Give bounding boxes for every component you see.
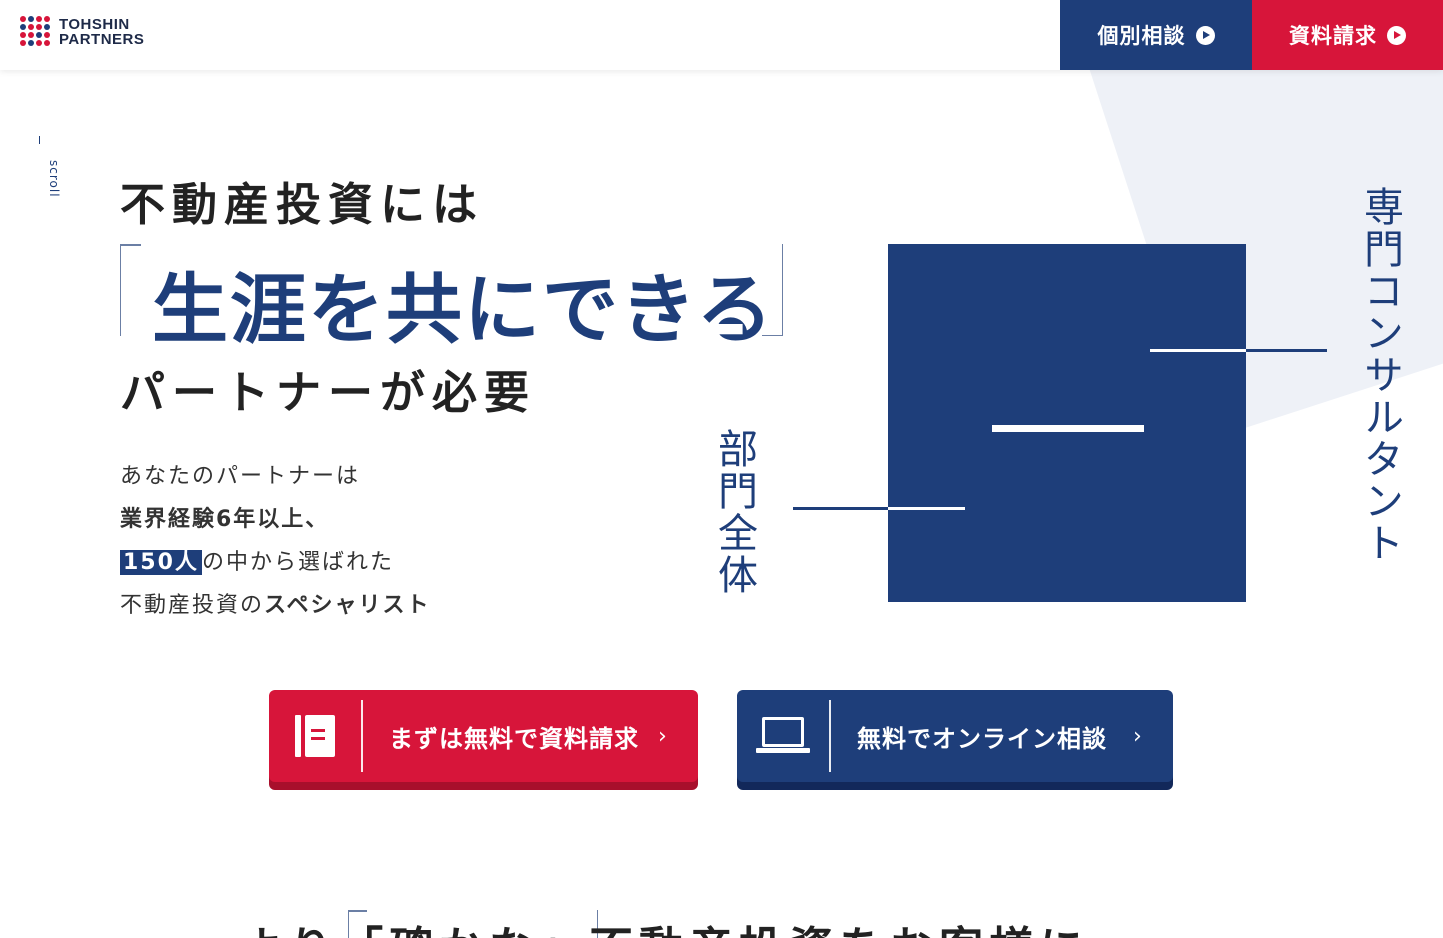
next-section-heading: より「確かな」不動産投資をお客様に [240,912,1089,938]
cta-divider [361,700,363,772]
free-docs-request-button[interactable]: まずは無料で資料請求 › [269,690,698,782]
chevron-right-icon: › [1133,723,1143,749]
cta-icon-area [737,690,829,782]
numerator-label: 専門コンサルタント [1357,186,1403,564]
consultation-button[interactable]: 個別相談 [1060,0,1252,70]
play-circle-icon [1195,25,1215,45]
desc-line4: 不動産投資のスペシャリスト [120,584,430,627]
scroll-indicator[interactable]: scroll [47,160,61,198]
logo-mark-icon [20,16,53,47]
logo-line1: TOHSHIN [59,15,130,33]
cta-divider [829,700,831,772]
site-header: TOHSHIN PARTNERS 個別相談 資料請求 [0,0,1443,70]
cta-icon-area [269,690,361,782]
online-consultation-label: 無料でオンライン相談 [857,724,1107,753]
logo-text: TOHSHIN PARTNERS [59,17,144,47]
play-circle-icon [1387,25,1406,45]
desc-line4-normal: 不動産投資の [120,593,265,618]
request-docs-label: 資料請求 [1289,24,1377,48]
denominator-label: 部門全体 [711,428,757,596]
page: TOHSHIN PARTNERS 個別相談 資料請求 scroll 不動産投資に… [0,0,1443,938]
consultation-label: 個別相談 [1097,24,1186,48]
free-docs-request-label: まずは無料で資料請求 [389,724,639,753]
stat-numerator: 5 [693,303,750,415]
numerator-connector-line-inner [1150,349,1246,352]
logo[interactable]: TOHSHIN PARTNERS [20,16,144,47]
request-docs-button[interactable]: 資料請求 [1252,0,1443,70]
online-consultation-button[interactable]: 無料でオンライン相談 › [737,690,1173,782]
brochure-icon [295,715,335,757]
hero-headline-line1: 不動産投資には [120,178,485,231]
logo-line2: PARTNERS [59,30,145,48]
desc-line4-bold: スペシャリスト [264,593,431,618]
fraction-bar [992,425,1144,432]
scroll-indicator-line [39,136,40,144]
laptop-icon [756,717,810,755]
denominator-connector-line-inner [888,507,965,510]
chevron-right-icon: › [658,723,668,749]
